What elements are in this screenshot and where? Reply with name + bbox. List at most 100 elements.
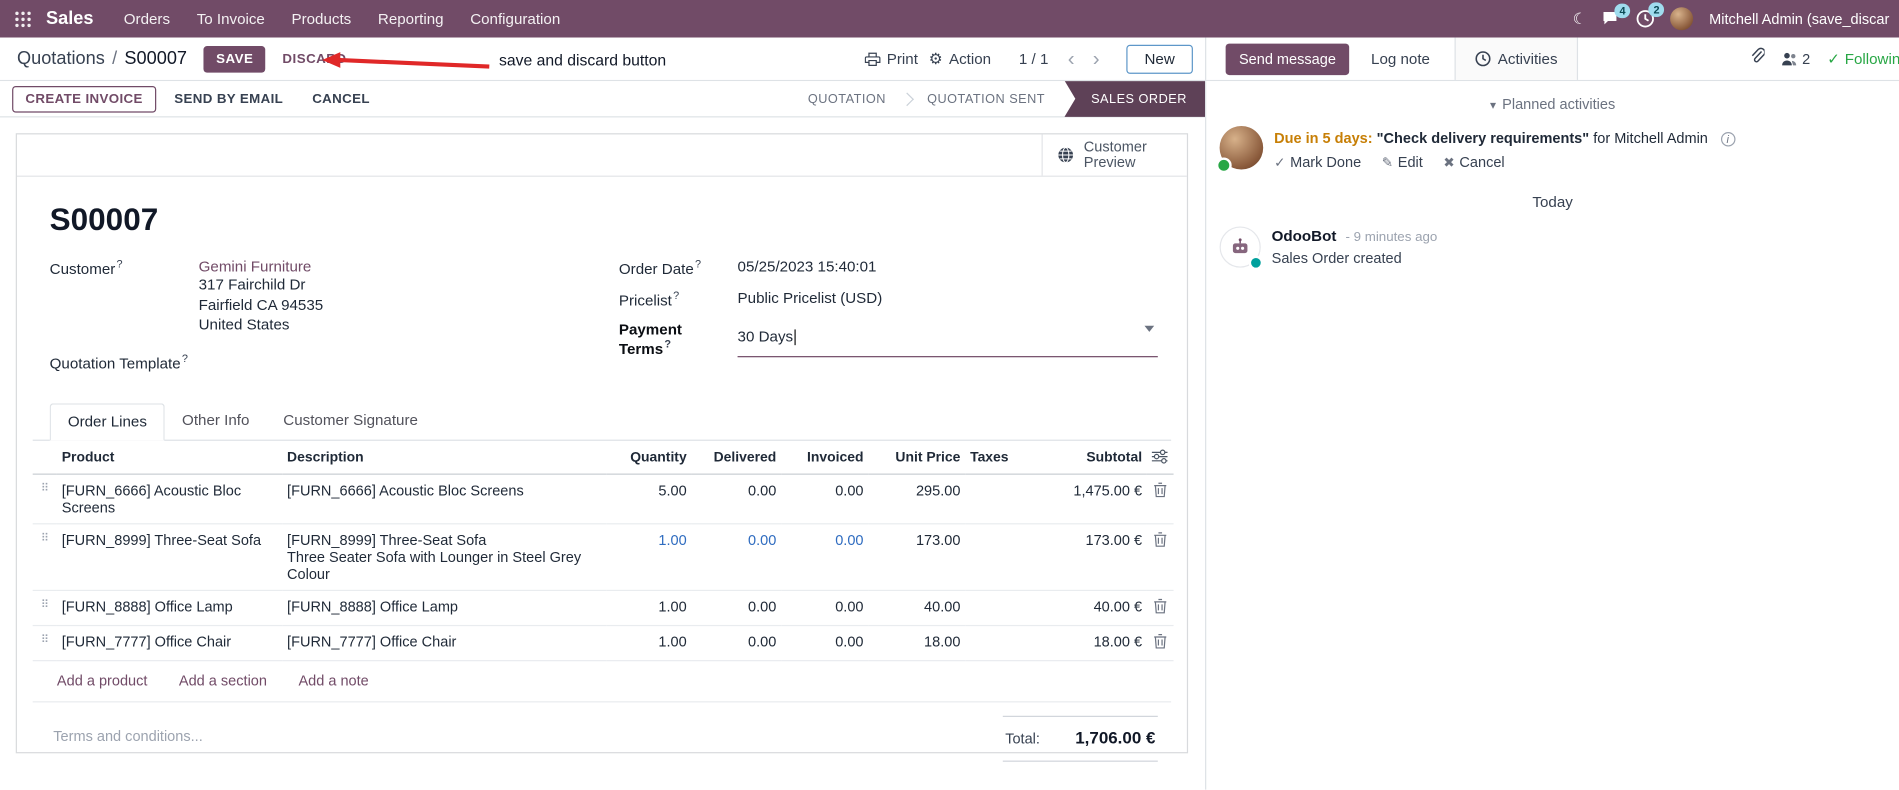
cancel-button[interactable]: CANCEL — [301, 87, 380, 111]
menu-products[interactable]: Products — [278, 10, 364, 27]
menu-reporting[interactable]: Reporting — [365, 10, 457, 27]
activity-assignee: for Mitchell Admin — [1593, 129, 1708, 147]
user-avatar[interactable] — [1670, 7, 1694, 31]
planned-activities-toggle[interactable]: ▾ Planned activities — [1206, 96, 1899, 113]
cell-delivered[interactable]: 0.00 — [691, 625, 782, 661]
form-view: CREATE INVOICE SEND BY EMAIL CANCEL QUOT… — [0, 80, 1206, 789]
breadcrumb-quotations[interactable]: Quotations — [17, 48, 105, 69]
send-message-button[interactable]: Send message — [1225, 42, 1350, 75]
info-icon[interactable]: i — [1720, 132, 1735, 147]
delete-row-button[interactable] — [1146, 473, 1174, 524]
cell-quantity[interactable]: 1.00 — [606, 589, 692, 626]
pricelist-field[interactable]: Public Pricelist (USD) — [738, 290, 883, 310]
action-button[interactable]: ⚙ Action — [929, 49, 991, 68]
moon-icon[interactable]: ☾ — [1573, 9, 1587, 28]
cell-description[interactable]: [FURN_8888] Office Lamp — [282, 589, 607, 626]
activity-clock-icon[interactable]: 2 — [1636, 2, 1665, 28]
activities-tab[interactable]: Activities — [1454, 37, 1579, 80]
delete-row-button[interactable] — [1146, 625, 1174, 661]
cell-quantity[interactable]: 1.00 — [606, 523, 692, 591]
help-icon: ? — [673, 289, 680, 302]
followers-button[interactable]: 2 — [1782, 50, 1810, 67]
attachment-button[interactable] — [1750, 47, 1766, 70]
following-button[interactable]: ✓ Following — [1827, 50, 1899, 68]
cell-taxes[interactable] — [965, 473, 1036, 524]
cell-description[interactable]: [FURN_8999] Three-Seat Sofa Three Seater… — [282, 523, 607, 591]
add-note-link[interactable]: Add a note — [298, 672, 368, 689]
cell-delivered[interactable]: 0.00 — [691, 589, 782, 626]
cancel-activity-button[interactable]: ✖ Cancel — [1443, 154, 1504, 171]
cell-unit-price[interactable]: 18.00 — [868, 625, 966, 661]
mark-done-button[interactable]: ✓ Mark Done — [1274, 154, 1361, 171]
message-author[interactable]: OdooBot — [1272, 228, 1337, 245]
tab-order-lines[interactable]: Order Lines — [49, 402, 166, 441]
cell-invoiced[interactable]: 0.00 — [781, 589, 869, 626]
save-button[interactable]: SAVE — [203, 45, 266, 73]
send-by-email-button[interactable]: SEND BY EMAIL — [163, 87, 294, 111]
cell-product[interactable]: [FURN_7777] Office Chair — [56, 625, 283, 661]
cell-quantity[interactable]: 5.00 — [606, 473, 692, 524]
table-row[interactable]: ⠿ [FURN_8888] Office Lamp [FURN_8888] Of… — [32, 589, 1174, 626]
pager-previous-icon[interactable]: ‹ — [1064, 48, 1078, 69]
cell-taxes[interactable] — [965, 523, 1036, 591]
cell-product[interactable]: [FURN_6666] Acoustic Bloc Screens — [56, 473, 283, 524]
cell-unit-price[interactable]: 295.00 — [868, 473, 966, 524]
col-quantity: Quantity — [606, 440, 692, 475]
drag-handle-icon[interactable]: ⠿ — [32, 589, 57, 626]
cell-unit-price[interactable]: 40.00 — [868, 589, 966, 626]
cell-delivered[interactable]: 0.00 — [691, 523, 782, 591]
add-product-link[interactable]: Add a product — [57, 672, 147, 689]
table-row[interactable]: ⠿ [FURN_6666] Acoustic Bloc Screens [FUR… — [32, 473, 1174, 524]
quotation-template-label: Quotation Template? — [49, 351, 188, 372]
delete-row-button[interactable] — [1146, 523, 1174, 591]
terms-placeholder[interactable]: Terms and conditions... — [53, 727, 202, 744]
cell-taxes[interactable] — [965, 625, 1036, 661]
cell-delivered[interactable]: 0.00 — [691, 473, 782, 524]
cell-unit-price[interactable]: 173.00 — [868, 523, 966, 591]
cell-product[interactable]: [FURN_8888] Office Lamp — [56, 589, 283, 626]
messages-icon[interactable]: 4 — [1603, 3, 1631, 27]
tab-customer-signature[interactable]: Customer Signature — [266, 403, 435, 439]
table-row[interactable]: ⠿ [FURN_8999] Three-Seat Sofa [FURN_8999… — [32, 523, 1174, 591]
menu-to-invoice[interactable]: To Invoice — [183, 10, 278, 27]
drag-handle-icon[interactable]: ⠿ — [32, 473, 57, 524]
cell-invoiced[interactable]: 0.00 — [781, 523, 869, 591]
payment-terms-field[interactable]: 30 Days — [737, 321, 1158, 358]
pager-next-icon[interactable]: › — [1089, 48, 1103, 69]
user-name[interactable]: Mitchell Admin (save_discar — [1709, 10, 1889, 27]
create-invoice-button[interactable]: CREATE INVOICE — [12, 85, 157, 113]
cell-description[interactable]: [FURN_6666] Acoustic Bloc Screens — [282, 473, 607, 524]
log-note-button[interactable]: Log note — [1371, 50, 1430, 67]
menu-configuration[interactable]: Configuration — [457, 10, 574, 27]
stage-quotation-sent[interactable]: QUOTATION SENT — [913, 91, 1060, 106]
customer-preview-button[interactable]: Customer Preview — [1041, 134, 1187, 176]
app-name[interactable]: Sales — [46, 8, 93, 29]
menu-orders[interactable]: Orders — [110, 10, 183, 27]
cell-description[interactable]: [FURN_7777] Office Chair — [282, 625, 607, 661]
stage-sales-order[interactable]: SALES ORDER — [1064, 80, 1206, 117]
add-section-link[interactable]: Add a section — [179, 672, 267, 689]
tab-other-info[interactable]: Other Info — [165, 403, 266, 439]
optional-columns-button[interactable] — [1146, 440, 1174, 475]
page-title: S00007 — [49, 201, 159, 238]
col-delivered: Delivered — [691, 440, 782, 475]
cell-quantity[interactable]: 1.00 — [606, 625, 692, 661]
total-label: Total: — [1005, 729, 1040, 747]
order-date-field[interactable]: 05/25/2023 15:40:01 — [738, 258, 877, 278]
apps-menu-icon[interactable] — [10, 10, 37, 27]
cell-product[interactable]: [FURN_8999] Three-Seat Sofa — [56, 523, 283, 591]
table-row[interactable]: ⠿ [FURN_7777] Office Chair [FURN_7777] O… — [32, 625, 1174, 661]
dropdown-caret-icon[interactable] — [1144, 326, 1155, 333]
drag-handle-icon[interactable]: ⠿ — [32, 625, 57, 661]
new-button[interactable]: New — [1126, 44, 1193, 74]
cell-invoiced[interactable]: 0.00 — [781, 625, 869, 661]
customer-link[interactable]: Gemini Furniture — [199, 258, 312, 275]
cell-invoiced[interactable]: 0.00 — [781, 473, 869, 524]
stage-quotation[interactable]: QUOTATION — [793, 91, 900, 106]
edit-activity-button[interactable]: ✎ Edit — [1382, 154, 1423, 171]
sheet-header-strip: Customer Preview — [16, 134, 1187, 177]
delete-row-button[interactable] — [1146, 589, 1174, 626]
drag-handle-icon[interactable]: ⠿ — [32, 523, 57, 591]
cell-taxes[interactable] — [965, 589, 1036, 626]
print-button[interactable]: Print — [864, 50, 918, 67]
